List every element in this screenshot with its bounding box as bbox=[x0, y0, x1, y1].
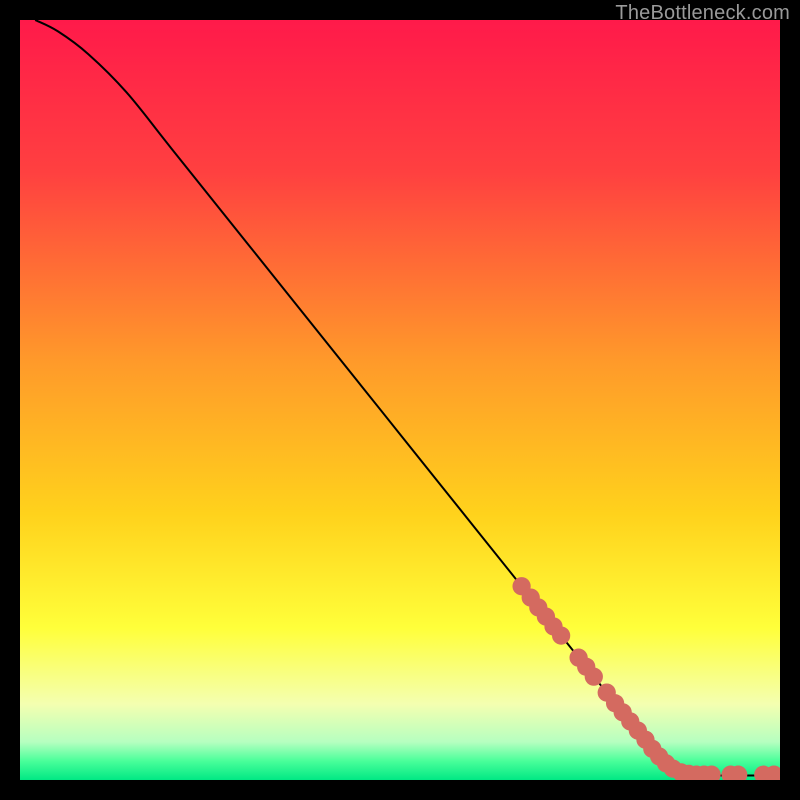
gradient-background bbox=[20, 20, 780, 780]
curve-marker bbox=[552, 626, 570, 644]
chart-frame: TheBottleneck.com bbox=[0, 0, 800, 800]
chart-plot bbox=[20, 20, 780, 780]
curve-marker bbox=[585, 668, 603, 686]
